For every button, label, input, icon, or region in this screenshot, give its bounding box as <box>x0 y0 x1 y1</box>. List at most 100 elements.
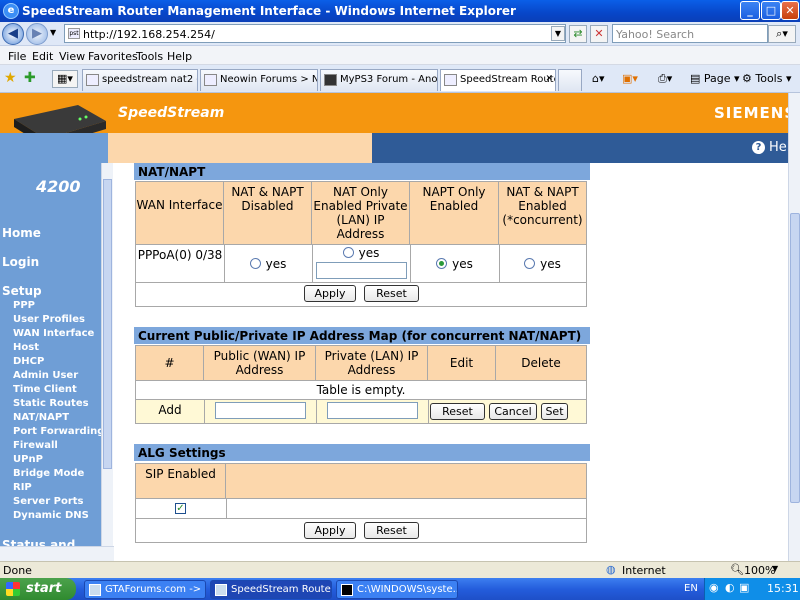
nat-disabled-radio[interactable] <box>249 258 261 269</box>
quick-tabs-icon[interactable]: ▦▾ <box>52 70 78 88</box>
sidebar-item-login[interactable]: Login <box>2 255 39 269</box>
sidebar-item-admin-user[interactable]: Admin User <box>13 370 78 381</box>
ipmap-public-ip-input[interactable] <box>215 402 306 419</box>
help-link[interactable]: Help <box>752 140 788 155</box>
address-url: http://192.168.254.254/ <box>83 28 215 41</box>
sidebar-item-dhcp[interactable]: DHCP <box>13 356 44 367</box>
zoom-dropdown-icon[interactable]: ▼ <box>772 564 778 573</box>
page-icon: ▤ <box>690 72 701 85</box>
maximize-button[interactable]: □ <box>761 1 781 20</box>
new-tab-button[interactable] <box>558 69 582 91</box>
menu-file[interactable]: File <box>8 50 26 63</box>
ipmap-reset-button[interactable]: Reset <box>430 403 485 420</box>
sidebar-item-firewall[interactable]: Firewall <box>13 440 58 451</box>
sidebar-item-home[interactable]: Home <box>2 226 41 240</box>
sidebar-item-host[interactable]: Host <box>13 342 39 353</box>
menu-edit[interactable]: Edit <box>32 50 53 63</box>
model-number: 4200 <box>36 177 81 196</box>
tab-speedstream[interactable]: SpeedStream Route...✕ <box>440 69 556 91</box>
google-favicon <box>86 74 99 86</box>
sidebar-horizontal-scrollbar[interactable] <box>0 546 114 561</box>
history-dropdown-icon[interactable]: ▼ <box>50 28 56 37</box>
page-content: SpeedStream SIEMENS ? Help 4200 Home Log… <box>0 93 788 561</box>
sidebar-item-time-client[interactable]: Time Client <box>13 384 77 395</box>
network-icon[interactable]: ◉ <box>709 581 719 594</box>
home-icon[interactable]: ⌂▾ <box>592 72 605 85</box>
stop-icon[interactable]: ✕ <box>590 25 608 43</box>
tab-google[interactable]: speedstream nat2 - Go... <box>82 69 198 91</box>
siemens-logo: SIEMENS <box>714 104 788 122</box>
sidebar-item-wan-interface[interactable]: WAN Interface <box>13 328 94 339</box>
zoom-icon: 🔍︎ <box>730 563 744 576</box>
sidebar-item-upnp[interactable]: UPnP <box>13 454 43 465</box>
nat-lan-ip-input[interactable] <box>316 262 407 279</box>
sidebar: 4200 Home Login Setup PPP User Profiles … <box>0 133 108 561</box>
sidebar-item-static-routes[interactable]: Static Routes <box>13 398 89 409</box>
start-button[interactable]: start <box>0 578 76 600</box>
sidebar-item-port-forwarding[interactable]: Port Forwarding <box>13 426 104 437</box>
tools-gear-icon: ⚙ <box>742 72 752 85</box>
zoom-level[interactable]: 100% <box>744 564 775 577</box>
nat-concurrent-option[interactable]: yes <box>499 257 586 271</box>
menu-favorites[interactable]: Favorites <box>88 50 138 63</box>
napt-only-radio[interactable] <box>436 258 448 269</box>
nat-reset-button[interactable]: Reset <box>364 285 419 302</box>
taskbar-item-gtaforums[interactable]: GTAForums.com -> P... <box>84 580 206 599</box>
sip-enabled-checkbox[interactable]: ✓ <box>175 503 186 514</box>
tab-neowin[interactable]: Neowin Forums > NAT ... <box>200 69 318 91</box>
taskbar-item-cmd[interactable]: C:\WINDOWS\syste... <box>336 580 458 599</box>
search-input[interactable]: Yahoo! Search <box>612 24 768 43</box>
sidebar-scrollbar[interactable] <box>101 163 113 561</box>
refresh-icon[interactable]: ⇄ <box>569 25 587 43</box>
sidebar-scroll-thumb[interactable] <box>103 179 112 469</box>
ipmap-set-button[interactable]: Set <box>541 403 568 420</box>
back-button[interactable]: ◀ <box>2 23 24 45</box>
nat-header-napt-only: NAPT Only Enabled <box>410 182 499 244</box>
nat-apply-button[interactable]: Apply <box>304 285 356 302</box>
window-title-bar[interactable]: e SpeedStream Router Management Interfac… <box>0 0 800 22</box>
sidebar-item-setup[interactable]: Setup <box>2 284 42 298</box>
address-dropdown-icon[interactable]: ▼ <box>551 26 565 41</box>
print-icon[interactable]: ⎙▾ <box>658 72 672 86</box>
sidebar-item-server-ports[interactable]: Server Ports <box>13 496 84 507</box>
tab-myps3[interactable]: MyPS3 Forum - Anothe... <box>320 69 438 91</box>
sidebar-item-bridge-mode[interactable]: Bridge Mode <box>13 468 84 479</box>
sidebar-item-ppp[interactable]: PPP <box>13 300 35 311</box>
nat-concurrent-radio[interactable] <box>524 258 536 269</box>
ipmap-private-ip-input[interactable] <box>327 402 418 419</box>
tools-menu[interactable]: ⚙ Tools ▾ <box>742 72 792 85</box>
address-input[interactable]: pst http://192.168.254.254/ <box>64 24 566 43</box>
search-icon[interactable]: ⌕▾ <box>768 25 796 43</box>
sidebar-item-dynamic-dns[interactable]: Dynamic DNS <box>13 510 89 521</box>
taskbar-item-speedstream[interactable]: SpeedStream Router ... <box>210 580 332 599</box>
ipmap-header-public: Public (WAN) IP Address <box>204 346 316 380</box>
sidebar-item-nat-napt[interactable]: NAT/NAPT <box>13 412 69 423</box>
close-button[interactable]: ✕ <box>781 1 799 20</box>
page-scrollbar[interactable] <box>788 93 800 561</box>
start-label: start <box>26 581 62 596</box>
tab-close-icon[interactable]: ✕ <box>545 74 553 84</box>
nat-only-radio[interactable] <box>342 247 354 258</box>
forward-button[interactable]: ▶ <box>26 23 48 45</box>
page-menu[interactable]: ▤ Page ▾ <box>690 72 740 85</box>
napt-only-option[interactable]: yes <box>410 257 499 271</box>
alg-reset-button[interactable]: Reset <box>364 522 419 539</box>
menu-help[interactable]: Help <box>167 50 192 63</box>
sidebar-item-user-profiles[interactable]: User Profiles <box>13 314 85 325</box>
security-icon[interactable]: ▣ <box>739 581 749 594</box>
feeds-icon[interactable]: ▣▾ <box>622 72 638 85</box>
alg-apply-button[interactable]: Apply <box>304 522 356 539</box>
sidebar-item-rip[interactable]: RIP <box>13 482 32 493</box>
add-favorite-icon[interactable]: ✚ <box>24 70 36 86</box>
favorites-star-icon[interactable]: ★ <box>4 70 17 86</box>
menu-tools[interactable]: Tools <box>136 50 163 63</box>
ipmap-cancel-button[interactable]: Cancel <box>489 403 537 420</box>
nat-only-option[interactable]: yes <box>312 246 410 260</box>
header-band-light <box>108 133 372 163</box>
page-scroll-thumb[interactable] <box>790 213 800 503</box>
nat-disabled-option[interactable]: yes <box>224 257 312 271</box>
language-indicator[interactable]: EN <box>684 583 698 594</box>
minimize-button[interactable]: _ <box>740 1 760 20</box>
menu-view[interactable]: View <box>59 50 85 63</box>
volume-icon[interactable]: ◐ <box>725 581 735 594</box>
